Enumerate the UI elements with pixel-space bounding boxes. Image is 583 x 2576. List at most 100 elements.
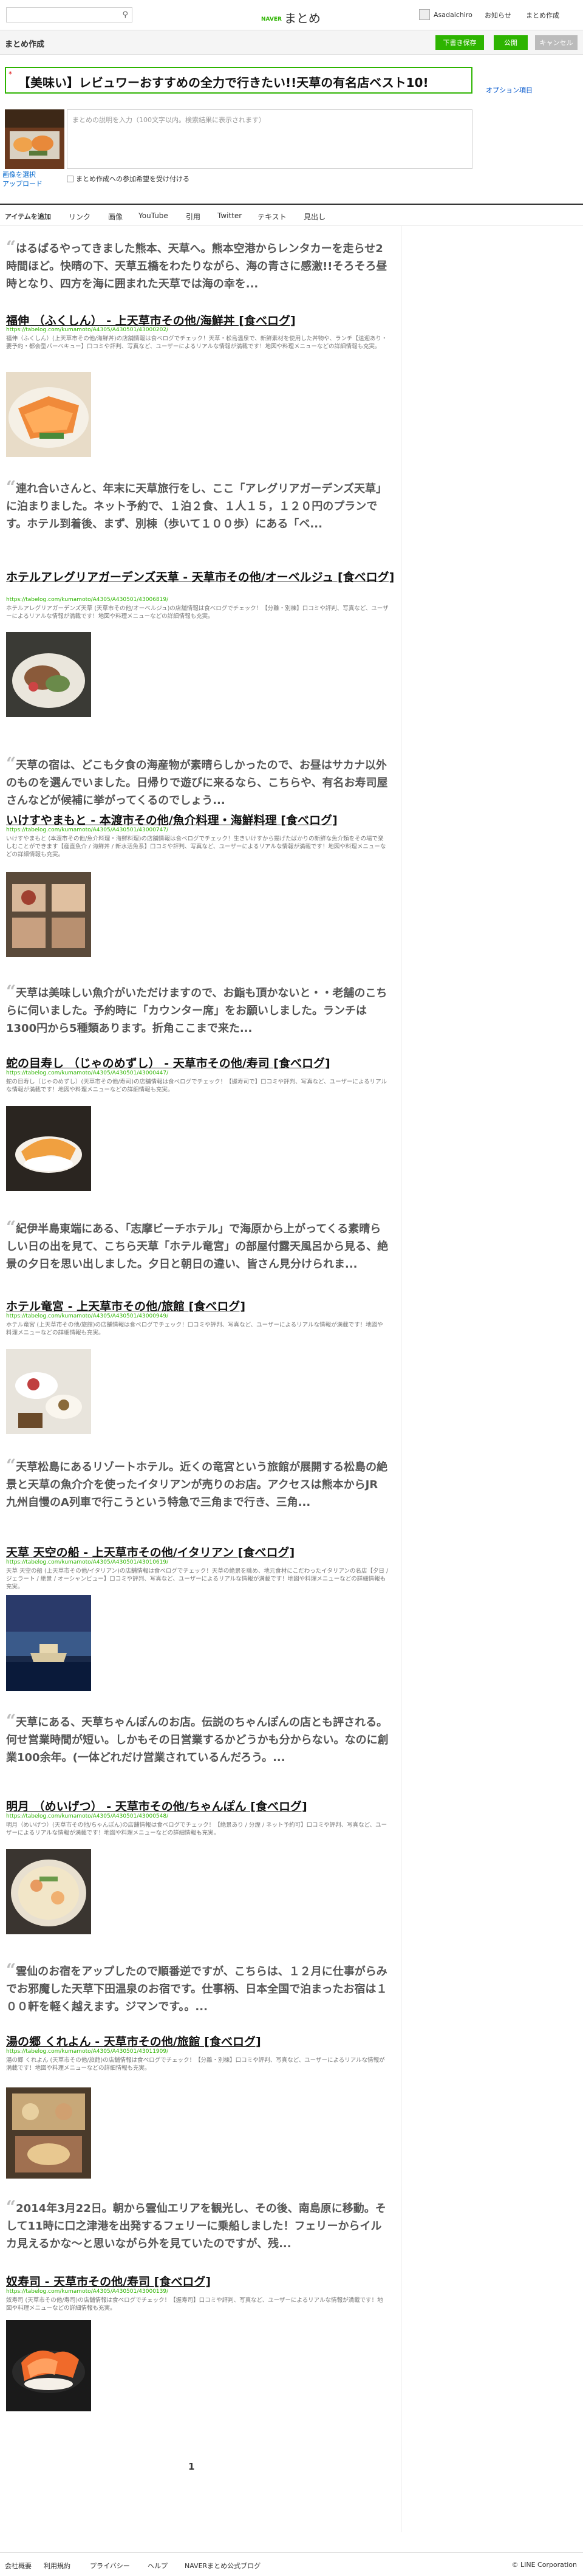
quote-icon: “ <box>6 2197 16 2217</box>
quote-text: 天草松島にあるリゾートホテル。近くの竜宮という旅館が展開する松島の絶景と天草の魚… <box>6 1461 388 1509</box>
logo-text: まとめ <box>284 11 321 26</box>
quote-icon: “ <box>6 981 16 1001</box>
user-menu[interactable]: Asadaichiro <box>419 9 472 20</box>
quote-text: 2014年3月22日。朝から雲仙エリアを観光し、その後、南島原に移動。そして11… <box>6 2202 386 2250</box>
link-thumbnail[interactable] <box>6 872 91 957</box>
quote-block[interactable]: “天草の宿は、どこも夕食の海産物が素晴らしかったので、お昼はサカナ以外のものを選… <box>6 754 389 809</box>
link-thumbnail[interactable] <box>6 372 91 457</box>
link-description: ホテル竜宮 (上天草市その他/旅館)の店舗情報は食べログでチェック！口コミや評判… <box>6 1322 383 1336</box>
link-description: 天草 天空の船 (上天草市その他/イタリアン)の店舗情報は食べログでチェック！天… <box>6 1568 389 1590</box>
matome-thumbnail[interactable] <box>5 109 64 169</box>
search-input[interactable]: ⚲ <box>6 7 132 22</box>
quote-block[interactable]: “連れ合いさんと、年末に天草旅行をし、ここ「アレグリアガーデンズ天草」に泊まりま… <box>6 477 389 533</box>
quote-block[interactable]: “天草にある、天草ちゃんぽんのお店。伝説のちゃんぽんの店とも評される。何せ営業時… <box>6 1711 389 1767</box>
quote-text: 天草にある、天草ちゃんぽんのお店。伝説のちゃんぽんの店とも評される。何せ営業時間… <box>6 1716 389 1764</box>
link-title[interactable]: ホテル竜宮 - 上天草市その他/旅館 [食べログ] <box>6 1297 395 1314</box>
thumbnail-links: 画像を選択 アップロード <box>2 170 43 188</box>
copyright: © LINE Corporation <box>511 2561 577 2569</box>
notifications-link[interactable]: お知らせ <box>485 10 511 20</box>
username[interactable]: Asadaichiro <box>434 11 472 19</box>
site-logo[interactable]: NAVER まとめ <box>261 9 321 26</box>
quote-block[interactable]: “はるばるやってきました熊本、天草へ。熊本空港からレンタカーを走らせ2時間ほど。… <box>6 237 389 293</box>
quote-text: 雲仙のお宿をアップしたので順番逆ですが、こちらは、１２月に仕事がらみでお邪魔した… <box>6 1965 387 2013</box>
link-title[interactable]: 天草 天空の船 - 上天草市その他/イタリアン [食べログ] <box>6 1544 395 1560</box>
tab-link[interactable]: リンク <box>69 211 90 222</box>
link-title[interactable]: いけすやまもと - 本渡市その他/魚介料理・海鮮料理 [食べログ] <box>6 811 395 828</box>
link-url[interactable]: https://tabelog.com/kumamoto/A4305/A4305… <box>6 2049 168 2055</box>
link-thumbnail[interactable] <box>6 1349 91 1434</box>
quote-text: 紀伊半島東端にある、「志摩ビーチホテル」で海原から上がってくる素晴らしい日の出を… <box>6 1223 389 1271</box>
tab-image[interactable]: 画像 <box>108 211 123 222</box>
quote-text: 天草は美味しい魚介がいただけますので、お鮨も頂かないと・・老舗のこちらに伺いまし… <box>6 987 387 1035</box>
description-textarea[interactable]: まとめの説明を入力（100文字以内。検索結果に表示されます） <box>67 109 472 169</box>
link-description: ホテルアレグリアガーデンズ天草 (天草市その他/オーベルジュ)の店舗情報は食べロ… <box>6 605 389 620</box>
link-url[interactable]: https://tabelog.com/kumamoto/A4305/A4305… <box>6 1070 168 1076</box>
quote-block[interactable]: “天草は美味しい魚介がいただけますので、お鮨も頂かないと・・老舗のこちらに伺いま… <box>6 981 389 1037</box>
link-url[interactable]: https://tabelog.com/kumamoto/A4305/A4305… <box>6 1813 168 1819</box>
link-thumbnail[interactable] <box>6 1106 91 1191</box>
quote-block[interactable]: “紀伊半島東端にある、「志摩ビーチホテル」で海原から上がってくる素晴らしい日の出… <box>6 1217 389 1273</box>
quote-block[interactable]: “天草松島にあるリゾートホテル。近くの竜宮という旅館が展開する松島の絶景と天草の… <box>6 1457 389 1511</box>
checkbox-box[interactable] <box>67 175 73 182</box>
link-description: 明月（めいげつ）(天草市その他/ちゃんぽん)の店舗情報は食べログでチェック！【絶… <box>6 1822 387 1836</box>
save-draft-button[interactable]: 下書き保存 <box>435 35 484 50</box>
quote-text: 天草の宿は、どこも夕食の海産物が素晴らしかったので、お昼はサカナ以外のものを選ん… <box>6 759 388 807</box>
tab-twitter[interactable]: Twitter <box>217 211 242 220</box>
tab-youtube[interactable]: YouTube <box>138 211 168 220</box>
matome-title-text: 【美味い】レビュワーおすすめの全力で行きたい!!天草の有名店ベスト10! <box>18 75 429 90</box>
tab-text[interactable]: テキスト <box>257 211 287 222</box>
tab-heading[interactable]: 見出し <box>304 211 326 222</box>
link-thumbnail[interactable] <box>6 2087 91 2179</box>
quote-block[interactable]: “2014年3月22日。朝から雲仙エリアを観光し、その後、南島原に移動。そして1… <box>6 2197 389 2253</box>
matome-title-input[interactable]: * 【美味い】レビュワーおすすめの全力で行きたい!!天草の有名店ベスト10! <box>5 67 472 94</box>
link-title[interactable]: ホテルアレグリアガーデンズ天草 - 天草市その他/オーベルジュ [食べログ] <box>6 568 395 585</box>
quote-icon: “ <box>6 1711 16 1731</box>
link-title[interactable]: 明月 （めいげつ） - 天草市その他/ちゃんぽん [食べログ] <box>6 1798 395 1814</box>
required-mark: * <box>9 70 12 78</box>
logo-brand: NAVER <box>261 16 282 22</box>
quote-icon: “ <box>6 237 16 257</box>
link-thumbnail[interactable] <box>6 2320 91 2411</box>
top-header: ⚲ NAVER まとめ Asadaichiro お知らせ まとめ作成 <box>0 0 583 30</box>
footer-link-privacy[interactable]: プライバシー <box>90 2561 130 2571</box>
link-thumbnail[interactable] <box>6 632 91 717</box>
footer-link-terms[interactable]: 利用規約 <box>44 2561 70 2571</box>
pagination-current[interactable]: 1 <box>188 2461 194 2472</box>
avatar[interactable] <box>419 9 430 20</box>
cancel-button[interactable]: キャンセル <box>535 35 578 50</box>
footer-link-blog[interactable]: NAVERまとめ公式ブログ <box>185 2561 261 2571</box>
tab-add-item[interactable]: アイテムを追加 <box>5 211 51 221</box>
search-icon[interactable]: ⚲ <box>122 10 128 19</box>
footer-link-company[interactable]: 会社概要 <box>5 2561 32 2571</box>
participation-checkbox[interactable]: まとめ作成への参加希望を受け付ける <box>67 174 189 184</box>
footer-link-help[interactable]: ヘルプ <box>148 2561 168 2571</box>
link-url[interactable]: https://tabelog.com/kumamoto/A4305/A4305… <box>6 327 168 333</box>
quote-icon: “ <box>6 754 16 774</box>
link-title[interactable]: 蛇の目寿し （じゃのめずし） - 天草市その他/寿司 [食べログ] <box>6 1054 395 1071</box>
link-url[interactable]: https://tabelog.com/kumamoto/A4305/A4305… <box>6 597 168 603</box>
quote-text: 連れ合いさんと、年末に天草旅行をし、ここ「アレグリアガーデンズ天草」に泊まりまし… <box>6 483 387 531</box>
quote-block[interactable]: “雲仙のお宿をアップしたので順番逆ですが、こちらは、１２月に仕事がらみでお邪魔し… <box>6 1960 389 2016</box>
tab-quote[interactable]: 引用 <box>186 211 200 222</box>
link-url[interactable]: https://tabelog.com/kumamoto/A4305/A4305… <box>6 2289 168 2295</box>
link-url[interactable]: https://tabelog.com/kumamoto/A4305/A4305… <box>6 827 168 833</box>
publish-button[interactable]: 公開 <box>494 35 528 50</box>
link-description: 奴寿司 (天草市その他/寿司)の店舗情報は食べログでチェック！【握寿司】口コミや… <box>6 2297 383 2312</box>
create-matome-link[interactable]: まとめ作成 <box>526 10 559 20</box>
link-description: 蛇の目寿し（じゃのめずし）(天草市その他/寿司)の店舗情報は食べログでチェック！… <box>6 1079 387 1093</box>
quote-icon: “ <box>6 1960 16 1980</box>
link-title[interactable]: 福伸 （ふくしん） - 上天草市その他/海鮮丼 [食べログ] <box>6 312 395 328</box>
link-title[interactable]: 湯の郷 くれよん - 天草市その他/旅館 [食べログ] <box>6 2033 395 2049</box>
quote-icon: “ <box>6 1217 16 1237</box>
link-url[interactable]: https://tabelog.com/kumamoto/A4305/A4305… <box>6 1313 168 1319</box>
link-thumbnail[interactable] <box>6 1849 91 1934</box>
link-description: いけすやまもと (本渡市その他/魚介料理・海鮮料理)の店舗情報は食べログでチェッ… <box>6 836 386 858</box>
upload-image-link[interactable]: アップロード <box>2 179 43 188</box>
link-thumbnail[interactable] <box>6 1595 91 1691</box>
editor-toolbar: まとめ作成 下書き保存 公開 キャンセル <box>0 30 583 55</box>
link-title[interactable]: 奴寿司 - 天草市その他/寿司 [食べログ] <box>6 2273 395 2289</box>
quote-icon: “ <box>6 477 16 497</box>
options-link[interactable]: オプション項目 <box>486 85 533 95</box>
select-image-link[interactable]: 画像を選択 <box>2 170 43 179</box>
link-url[interactable]: https://tabelog.com/kumamoto/A4305/A4305… <box>6 1559 168 1565</box>
